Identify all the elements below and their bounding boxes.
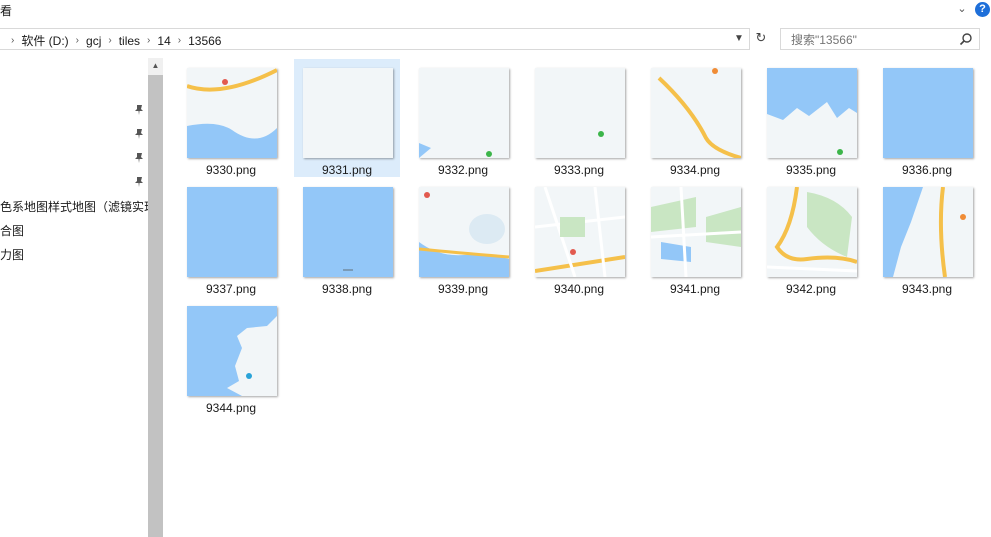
file-item[interactable]: 9336.png (874, 59, 980, 177)
help-icon[interactable]: ? (975, 2, 990, 17)
breadcrumb-tiles[interactable]: tiles (119, 34, 140, 48)
file-thumbnail[interactable] (187, 187, 277, 277)
nav-item-heat[interactable]: 力图 (0, 246, 24, 263)
search-box[interactable] (780, 28, 980, 50)
file-thumbnail[interactable] (419, 187, 509, 277)
breadcrumb-drive[interactable]: 软件 (D:) (21, 32, 68, 49)
file-thumbnail[interactable] (303, 68, 393, 158)
file-name: 9333.png (553, 163, 605, 177)
file-name: 9334.png (669, 163, 721, 177)
refresh-icon[interactable]: ↻ (752, 30, 770, 50)
map-tile-thumbnail (767, 187, 857, 277)
map-tile-thumbnail (535, 187, 625, 277)
nav-item-style-map[interactable]: 色系地图样式地图（滤镜实现 (0, 198, 148, 215)
file-item[interactable]: 9340.png (526, 178, 632, 296)
nav-item-composite[interactable]: 合图 (0, 222, 24, 239)
breadcrumb: › 软件 (D:) › gcj › tiles › 14 › 13566 (4, 32, 221, 49)
file-thumbnail[interactable] (651, 68, 741, 158)
file-item[interactable]: 9333.png (526, 59, 632, 177)
address-bar[interactable]: › 软件 (D:) › gcj › tiles › 14 › 13566 ▼ (0, 28, 750, 50)
file-name: 9342.png (785, 282, 837, 296)
file-thumbnail[interactable] (419, 68, 509, 158)
file-item[interactable]: 9332.png (410, 59, 516, 177)
map-tile-thumbnail (419, 68, 509, 158)
chevron-right-icon[interactable]: › (76, 35, 79, 46)
navigation-scrollbar[interactable]: ▲ (148, 58, 163, 537)
file-thumbnail[interactable] (767, 68, 857, 158)
file-thumbnail[interactable] (187, 68, 277, 158)
map-tile-thumbnail (187, 187, 277, 277)
collapse-ribbon-icon[interactable]: ⌄ (955, 2, 969, 18)
file-item[interactable]: 9343.png (874, 178, 980, 296)
map-tile-thumbnail (187, 68, 277, 158)
file-name: 9332.png (437, 163, 489, 177)
file-item[interactable]: 9339.png (410, 178, 516, 296)
map-tile-thumbnail (187, 306, 277, 396)
file-name: 9339.png (437, 282, 489, 296)
chevron-right-icon[interactable]: › (108, 35, 111, 46)
address-row: › 软件 (D:) › gcj › tiles › 14 › 13566 ▼ ↻ (0, 26, 991, 52)
file-name: 9330.png (205, 163, 257, 177)
map-tile-thumbnail (883, 187, 973, 277)
file-item[interactable]: 9342.png (758, 178, 864, 296)
file-item[interactable]: 9337.png (178, 178, 284, 296)
breadcrumb-13566[interactable]: 13566 (188, 34, 221, 48)
file-item[interactable]: 9338.png (294, 178, 400, 296)
file-name: 9337.png (205, 282, 257, 296)
file-name: 9344.png (205, 401, 257, 415)
file-item[interactable]: 9334.png (642, 59, 748, 177)
map-tile-thumbnail (303, 187, 393, 277)
file-thumbnail[interactable] (303, 187, 393, 277)
map-tile-thumbnail (303, 68, 393, 158)
map-tile-thumbnail (651, 187, 741, 277)
file-name: 9338.png (321, 282, 373, 296)
map-tile-thumbnail (651, 68, 741, 158)
address-dropdown-icon[interactable]: ▼ (734, 33, 744, 44)
breadcrumb-14[interactable]: 14 (157, 34, 170, 48)
chevron-right-icon[interactable]: › (11, 35, 14, 46)
file-thumbnail[interactable] (535, 187, 625, 277)
file-thumbnail[interactable] (767, 187, 857, 277)
file-grid: 9330.png 9331.png 9332.png 9333.png 9334.… (164, 58, 991, 537)
file-name: 9331.png (321, 163, 373, 177)
pin-icon[interactable] (133, 128, 145, 140)
file-item[interactable]: 9341.png (642, 178, 748, 296)
search-input[interactable] (789, 30, 963, 50)
file-name: 9340.png (553, 282, 605, 296)
file-name: 9335.png (785, 163, 837, 177)
pin-icon[interactable] (133, 104, 145, 116)
view-tab[interactable]: 看 (0, 2, 12, 19)
breadcrumb-gcj[interactable]: gcj (86, 34, 101, 48)
file-item[interactable]: 9344.png (178, 297, 284, 415)
map-tile-thumbnail (883, 68, 973, 158)
file-name: 9343.png (901, 282, 953, 296)
navigation-pane: 色系地图样式地图（滤镜实现 合图 力图 (0, 58, 148, 537)
file-thumbnail[interactable] (883, 68, 973, 158)
map-tile-thumbnail (535, 68, 625, 158)
scroll-up-icon[interactable]: ▲ (148, 58, 163, 74)
chevron-right-icon[interactable]: › (178, 35, 181, 46)
file-item[interactable]: 9331.png (294, 59, 400, 177)
file-item[interactable]: 9335.png (758, 59, 864, 177)
file-name: 9336.png (901, 163, 953, 177)
file-thumbnail[interactable] (883, 187, 973, 277)
ribbon: 看 ⌄ ? (0, 0, 991, 22)
search-icon[interactable] (959, 32, 973, 46)
file-item[interactable]: 9330.png (178, 59, 284, 177)
scrollbar-thumb[interactable] (148, 75, 163, 537)
file-thumbnail[interactable] (651, 187, 741, 277)
pin-icon[interactable] (133, 176, 145, 188)
map-tile-thumbnail (419, 187, 509, 277)
chevron-right-icon[interactable]: › (147, 35, 150, 46)
file-thumbnail[interactable] (535, 68, 625, 158)
file-name: 9341.png (669, 282, 721, 296)
file-thumbnail[interactable] (187, 306, 277, 396)
map-tile-thumbnail (767, 68, 857, 158)
pin-icon[interactable] (133, 152, 145, 164)
